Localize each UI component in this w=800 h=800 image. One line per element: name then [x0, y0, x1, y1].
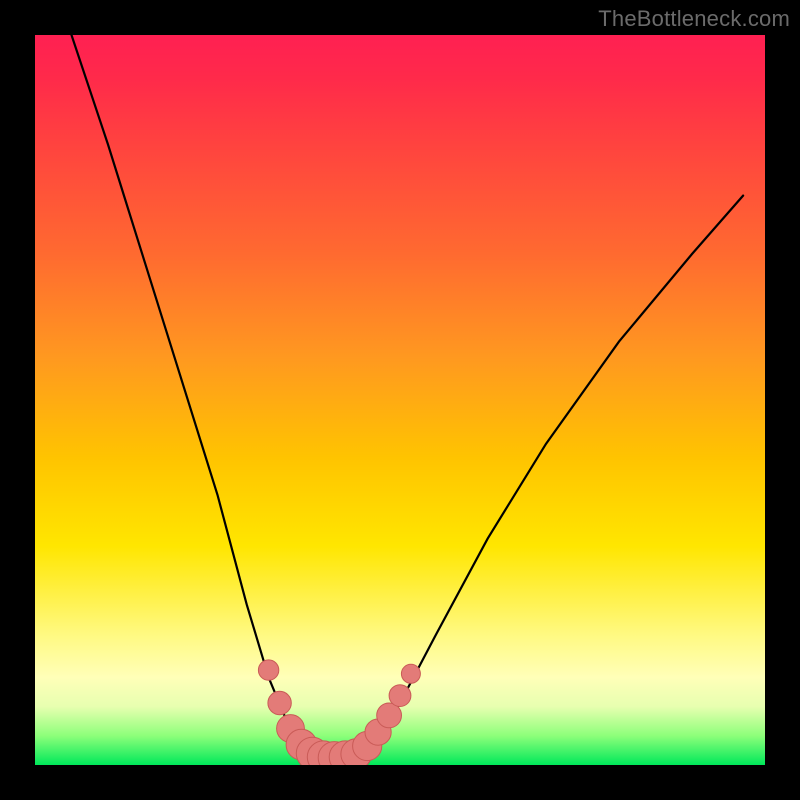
curve-marker: [401, 664, 420, 683]
curve-marker: [268, 691, 291, 714]
chart-svg: [35, 35, 765, 765]
chart-frame: TheBottleneck.com: [0, 0, 800, 800]
curve-marker: [258, 660, 278, 680]
bottleneck-curve: [72, 35, 744, 758]
plot-area: [35, 35, 765, 765]
curve-markers: [258, 660, 420, 765]
watermark-text: TheBottleneck.com: [598, 6, 790, 32]
curve-marker: [389, 685, 411, 707]
